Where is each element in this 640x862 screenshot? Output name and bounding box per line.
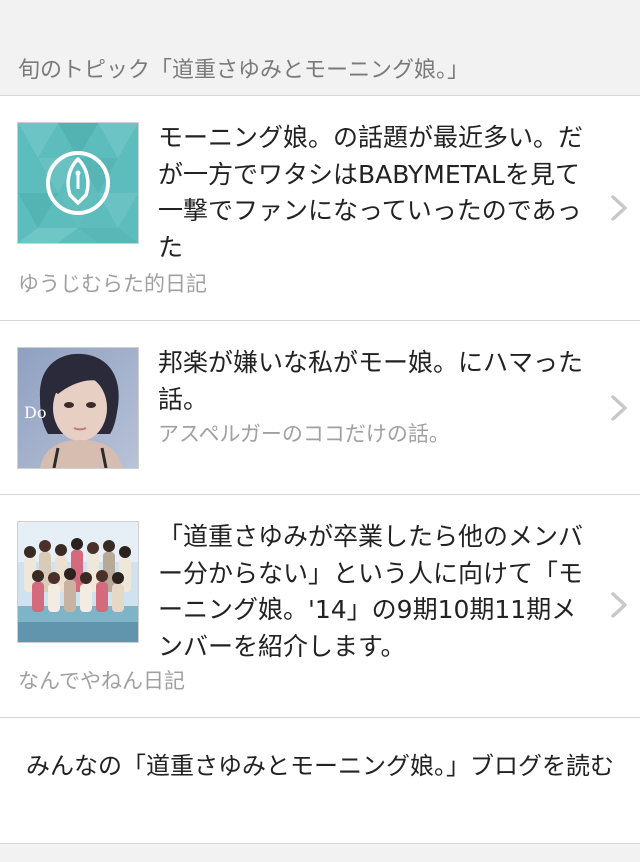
item-thumbnail <box>17 122 139 244</box>
item-headline: 「道重さゆみが卒業したら他のメンバー分からない」という人に向けて「モーニング娘。… <box>158 522 584 661</box>
chevron-right-icon <box>611 195 627 221</box>
item-source: アスペルガーのココだけの話。 <box>158 422 450 446</box>
item-thumbnail: Do <box>17 347 139 469</box>
item-source: なんでやねん日記 <box>18 669 185 693</box>
topic-list: モーニング娘。の話題が最近多い。だが一方でワタシはBABYMETALを見て一撃で… <box>0 96 640 718</box>
read-all-blogs-link[interactable]: みんなの「道重さゆみとモーニング娘。」ブログを読む <box>0 718 640 844</box>
section-header: 旬のトピック「道重さゆみとモーニング娘。」 <box>0 0 640 96</box>
fountain-pen-icon <box>18 123 138 243</box>
item-headline: モーニング娘。の話題が最近多い。だが一方でワタシはBABYMETALを見て一撃で… <box>158 123 584 262</box>
thumb-text: Do <box>24 403 46 422</box>
item-thumbnail <box>17 521 139 643</box>
portrait-image: Do <box>18 348 138 468</box>
item-source: ゆうじむらた的日記 <box>18 272 207 296</box>
group-photo-image <box>18 522 138 642</box>
list-item[interactable]: 「道重さゆみが卒業したら他のメンバー分からない」という人に向けて「モーニング娘。… <box>0 495 640 718</box>
section-title: 旬のトピック「道重さゆみとモーニング娘。」 <box>18 58 470 83</box>
list-item[interactable]: Do 邦楽が嫌いな私がモー娘。にハマった話。 アスペルガーのココだけの話。 <box>0 321 640 495</box>
chevron-right-icon <box>611 592 627 618</box>
chevron-right-icon <box>611 395 627 421</box>
read-all-blogs-label: みんなの「道重さゆみとモーニング娘。」ブログを読む <box>26 752 614 780</box>
item-headline: 邦楽が嫌いな私がモー娘。にハマった話。 <box>158 348 584 414</box>
bottom-spacer <box>0 844 640 862</box>
list-item[interactable]: モーニング娘。の話題が最近多い。だが一方でワタシはBABYMETALを見て一撃で… <box>0 96 640 321</box>
